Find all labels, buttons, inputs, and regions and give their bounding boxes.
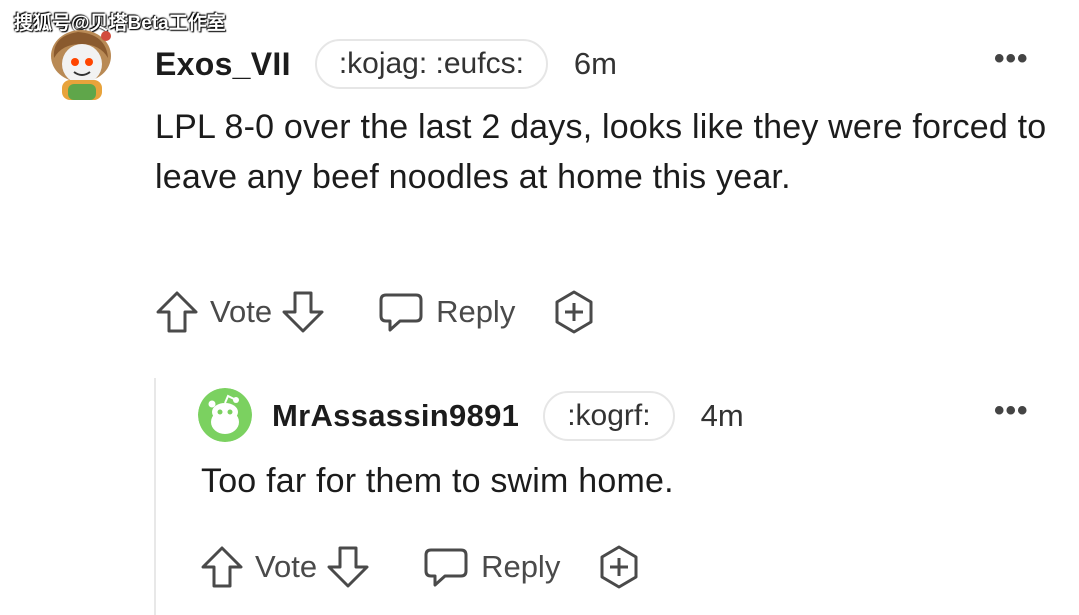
username[interactable]: MrAssassin9891 — [272, 398, 519, 434]
timestamp: 6m — [573, 46, 617, 81]
snoo-avatar-illustration — [198, 388, 252, 442]
comment-header: Exos_VII :kojag: :eufcs: 6m — [155, 38, 617, 90]
comment-body: Too far for them to swim home. — [201, 462, 674, 500]
vote-label: Vote — [210, 294, 273, 329]
comment-actions: Vote Reply — [199, 543, 642, 591]
comment-header: MrAssassin9891 :kogrf: 4m — [272, 390, 744, 442]
more-dots-icon[interactable]: ••• — [994, 394, 1029, 428]
user-flair: :kogrf: — [543, 391, 675, 441]
thread-line[interactable] — [154, 378, 156, 615]
reply-button[interactable]: Reply — [423, 545, 560, 589]
reply-label: Reply — [481, 549, 561, 584]
user-flair: :kojag: :eufcs: — [314, 39, 548, 89]
watermark: 搜狐号@贝塔Beta工作室 — [14, 13, 226, 34]
reply-button[interactable]: Reply — [378, 290, 515, 334]
comment-actions: Vote Reply — [154, 288, 597, 336]
user-avatar[interactable] — [48, 26, 114, 102]
comment-body: LPL 8-0 over the last 2 days, looks like… — [155, 108, 1047, 196]
speech-bubble-icon — [423, 545, 469, 589]
more-dots-icon[interactable]: ••• — [994, 42, 1029, 76]
downvote-arrow-icon[interactable] — [325, 544, 371, 590]
downvote-arrow-icon[interactable] — [280, 289, 326, 335]
vote-label: Vote — [255, 549, 318, 584]
reply-label: Reply — [436, 294, 516, 329]
username[interactable]: Exos_VII — [155, 46, 291, 83]
timestamp: 4m — [700, 398, 744, 433]
upvote-arrow-icon[interactable] — [199, 544, 245, 590]
award-plus-icon[interactable] — [596, 544, 642, 590]
user-avatar[interactable] — [198, 388, 252, 442]
upvote-arrow-icon[interactable] — [154, 289, 200, 335]
avatar-illustration — [51, 30, 111, 100]
award-plus-icon[interactable] — [551, 289, 597, 335]
speech-bubble-icon — [378, 290, 424, 334]
